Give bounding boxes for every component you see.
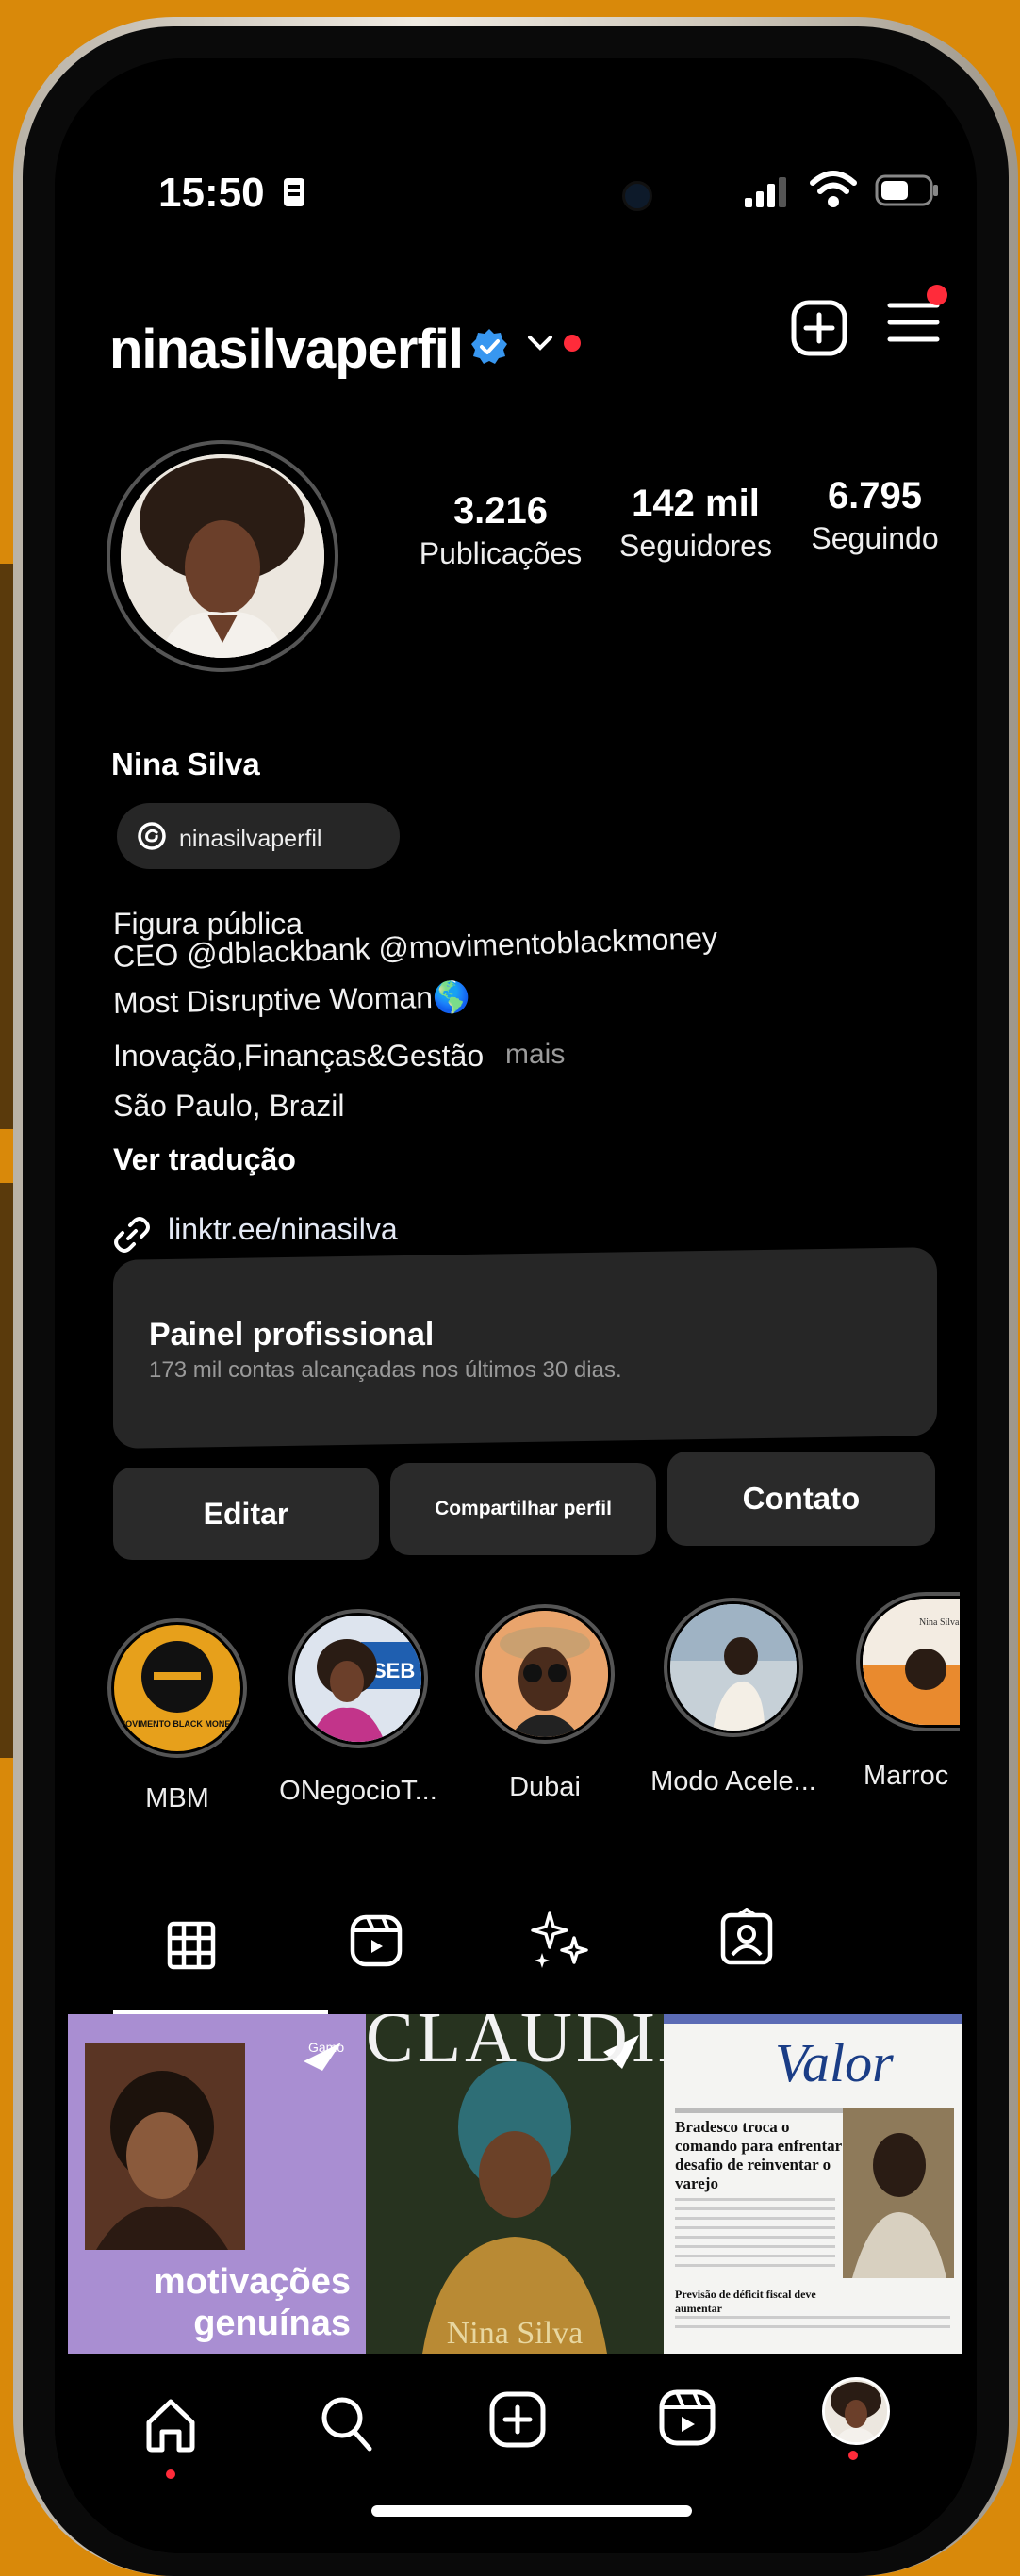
highlight-dubai-cover: [482, 1611, 608, 1737]
onegociot-cover-image: SEB: [295, 1616, 421, 1742]
highlight-label: Modo Acele...: [650, 1766, 816, 1797]
highlight-label: MBM: [145, 1783, 209, 1813]
stat-following[interactable]: 6.795 Seguindo: [790, 475, 960, 556]
verified-badge-icon: [471, 329, 507, 364]
stat-followers[interactable]: 142 mil Seguidores: [606, 483, 785, 564]
sim-icon: [283, 178, 304, 206]
post-headline: Bradesco troca o comando para enfrentar …: [675, 2118, 842, 2192]
seb-logo-text: SEB: [372, 1659, 415, 1682]
post-tile[interactable]: CLAUDIA Nina Silva: [366, 2014, 664, 2354]
stat-posts-value: 3.216: [452, 490, 549, 532]
notification-dot: [564, 335, 581, 352]
professional-dashboard-subtitle: 173 mil contas alcançadas nos últimos 30…: [149, 1357, 622, 1383]
highlight-label: ONegocioT...: [279, 1776, 437, 1806]
threads-handle: ninasilvaperfil: [179, 826, 322, 852]
post-magazine-title: CLAUDIA: [366, 2014, 664, 2077]
grid-tab-icon[interactable]: [166, 1920, 217, 1971]
stat-followers-label: Seguidores: [619, 529, 772, 563]
mbm-logo-text: MOVIMENTO BLACK MONEY: [119, 1719, 237, 1729]
post-subcaption: Nina Silva: [446, 2316, 584, 2351]
phone-screen: 15:50 ninasilvaperfil 3.216 Publicações …: [55, 58, 977, 2553]
home-indicator: [371, 2505, 692, 2517]
front-camera: [622, 181, 652, 211]
stat-posts-label: Publicações: [419, 536, 583, 570]
stat-following-label: Seguindo: [811, 521, 939, 555]
contact-button[interactable]: Contato: [667, 1452, 935, 1546]
phone-frame: 15:50 ninasilvaperfil 3.216 Publicações …: [13, 17, 1018, 2576]
reels-tab-icon[interactable]: [349, 1913, 403, 1968]
reels-icon[interactable]: [658, 2387, 716, 2447]
share-profile-button[interactable]: Compartilhar perfil: [390, 1463, 656, 1555]
bio-line: São Paulo, Brazil: [113, 1089, 345, 1123]
link-icon: [114, 1217, 150, 1253]
menu-notification-dot: [927, 285, 947, 305]
create-icon[interactable]: [488, 2390, 547, 2449]
avatar-portrait: [121, 454, 324, 658]
status-time: 15:50: [158, 170, 306, 217]
bio-link[interactable]: linktr.ee/ninasilva: [168, 1212, 398, 1247]
post-newspaper-title: Valor: [775, 2032, 894, 2093]
post-subheadline: Previsão de déficit fiscal deve aumentar: [675, 2288, 816, 2315]
bio-line: Inovação,Finanças&Gestão: [113, 1039, 485, 1073]
battery-icon: [875, 174, 938, 206]
phone-bezel: 15:50 ninasilvaperfil 3.216 Publicações …: [23, 26, 1009, 2576]
post-caption: motivações genuínas: [153, 2262, 351, 2343]
highlight-onegociot-cover: SEB: [295, 1616, 421, 1742]
profile-notification-dot: [848, 2451, 858, 2460]
bio-line: Most Disruptive Woman🌎: [112, 979, 471, 1020]
threads-icon: [138, 822, 166, 850]
signal-icon: [745, 177, 786, 207]
highlight-modo-acele-cover: [670, 1604, 797, 1731]
post-tile[interactable]: Gamo motivações genuínas: [68, 2014, 366, 2354]
profile-nav-avatar[interactable]: [822, 2377, 890, 2445]
stat-following-value: 6.795: [827, 475, 923, 517]
wifi-icon: [810, 171, 857, 207]
modo-acele-cover-image: [670, 1604, 797, 1731]
home-icon[interactable]: [141, 2396, 200, 2454]
tagged-tab-icon[interactable]: [719, 1908, 774, 1966]
dubai-cover-image: [482, 1611, 608, 1737]
highlight-label: Marroc: [864, 1761, 949, 1791]
search-icon[interactable]: [317, 2392, 375, 2454]
stat-followers-value: 142 mil: [632, 483, 760, 524]
mbm-logo-icon: MOVIMENTO BLACK MONEY: [119, 1641, 237, 1729]
profile-username[interactable]: ninasilvaperfil: [109, 318, 464, 381]
profile-nav-avatar-image: [825, 2380, 887, 2442]
profile-name: Nina Silva: [111, 747, 260, 781]
sparkle-tab-icon[interactable]: [531, 1906, 591, 1972]
post-tile[interactable]: Valor Bradesco troca o comando para enfr…: [664, 2014, 962, 2354]
translate-link[interactable]: Ver tradução: [113, 1142, 296, 1177]
bio-more-link[interactable]: mais: [505, 1039, 565, 1071]
highlight-mbm-cover: MOVIMENTO BLACK MONEY: [114, 1625, 240, 1751]
marroc-cover-text: Nina Silva: [919, 1617, 960, 1628]
profile-avatar[interactable]: [121, 454, 324, 658]
edit-profile-button[interactable]: Editar: [113, 1468, 379, 1560]
chevron-down-icon[interactable]: [526, 332, 554, 353]
home-notification-dot: [166, 2469, 175, 2479]
highlight-label: Dubai: [509, 1772, 581, 1802]
professional-dashboard-title: Painel profissional: [149, 1317, 435, 1353]
stat-posts[interactable]: 3.216 Publicações: [411, 490, 590, 571]
create-post-icon[interactable]: [790, 299, 848, 357]
